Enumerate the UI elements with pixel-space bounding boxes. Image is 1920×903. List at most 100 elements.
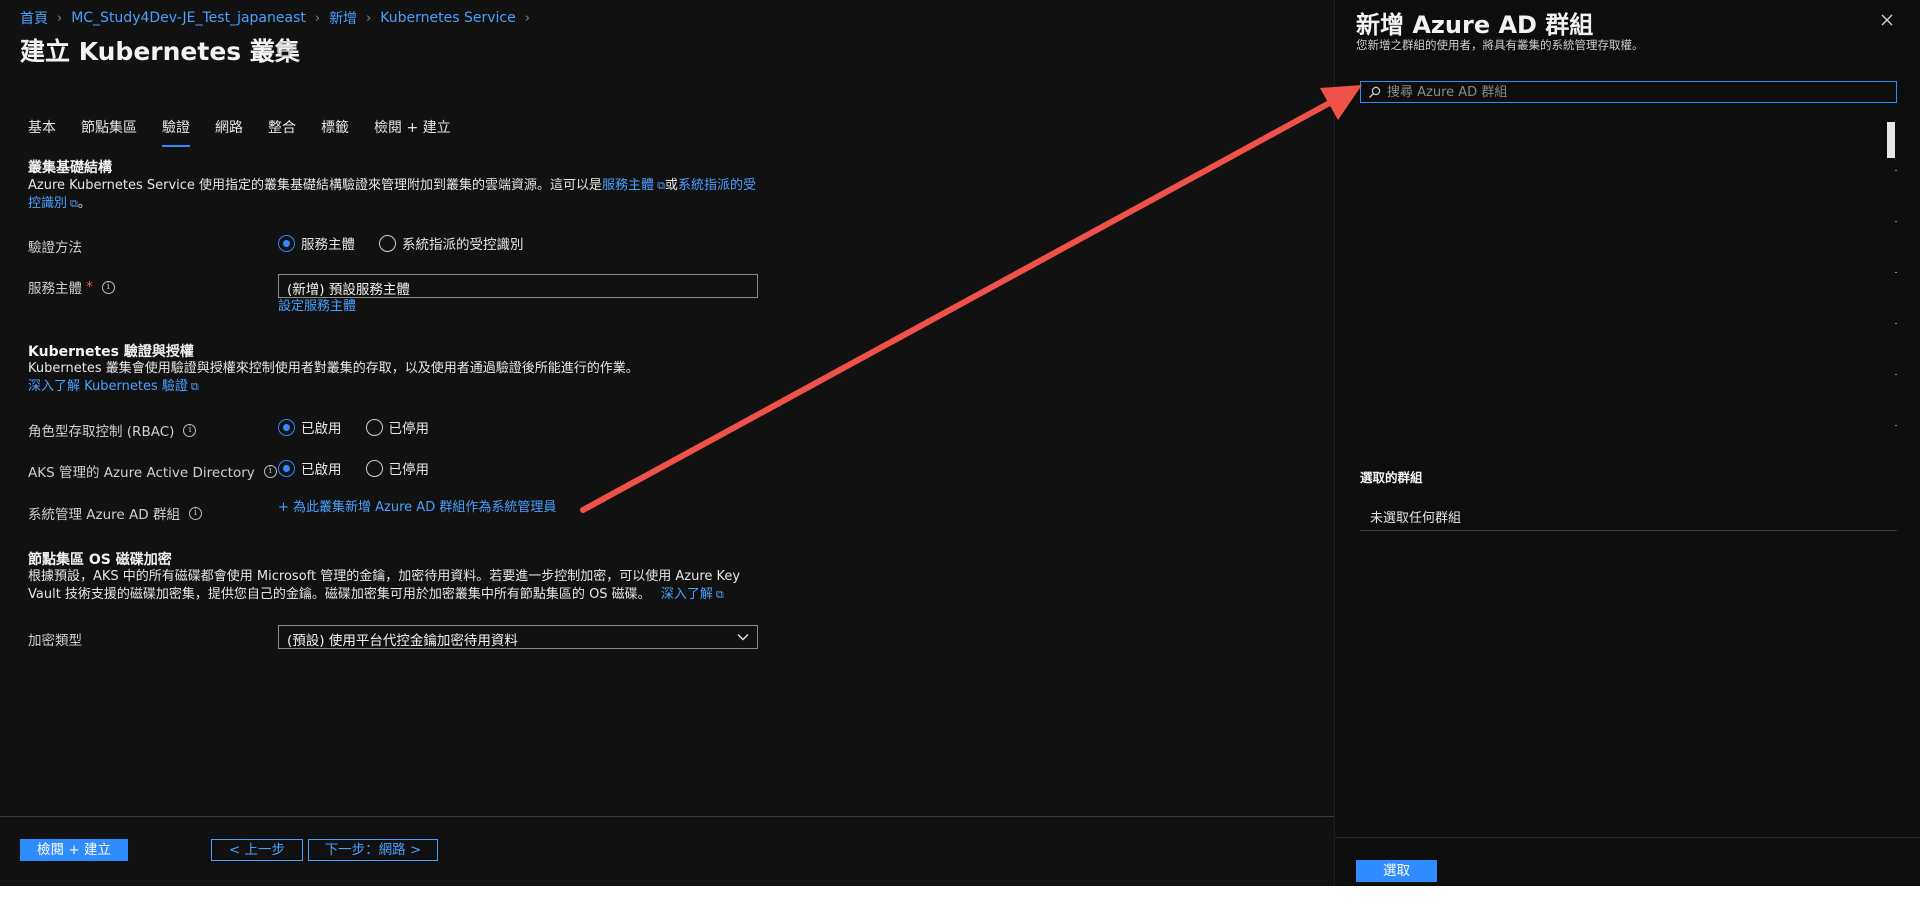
add-admin-group-link[interactable]: + 為此叢集新增 Azure AD 群組作為系統管理員 xyxy=(278,499,556,517)
previous-button[interactable]: < 上一步 xyxy=(211,839,303,861)
encryption-type-label: 加密類型 xyxy=(28,629,82,649)
k8s-auth-section-title: Kubernetes 驗證與授權 xyxy=(28,344,194,360)
radio-checked-icon xyxy=(278,459,295,477)
close-icon[interactable] xyxy=(1879,12,1895,28)
group-search-box[interactable] xyxy=(1360,81,1897,103)
encryption-type-value: (預設) 使用平台代控金鑰加密待用資料 xyxy=(287,633,518,649)
encryption-type-select[interactable]: (預設) 使用平台代控金鑰加密待用資料 xyxy=(278,625,758,649)
infra-section-desc: Azure Kubernetes Service 使用指定的叢集基礎結構驗證來管… xyxy=(28,177,768,213)
aad-radio-group: 已啟用 已停用 xyxy=(278,458,443,478)
panel-title: 新增 Azure AD 群組 xyxy=(1356,11,1594,39)
aad-disabled-radio[interactable]: 已停用 xyxy=(365,458,430,478)
search-icon xyxy=(1369,86,1381,98)
chevron-right-icon: › xyxy=(314,10,321,26)
radio-label: 已停用 xyxy=(388,462,430,478)
required-asterisk: * xyxy=(86,279,93,295)
tab-tags[interactable]: 標籤 xyxy=(321,117,349,147)
info-icon[interactable]: i xyxy=(183,423,197,437)
admin-group-label-text: 系統管理 Azure AD 群組 xyxy=(28,507,180,523)
encryption-type-label-text: 加密類型 xyxy=(28,633,82,649)
page-title: 建立 Kubernetes 叢集 xyxy=(20,37,300,66)
external-link-icon: ⧉ xyxy=(657,179,665,192)
scroll-tick xyxy=(1895,323,1897,324)
scroll-tick xyxy=(1895,425,1897,426)
k8s-auth-learn-more-link[interactable]: 深入了解 Kubernetes 驗證 xyxy=(28,379,188,394)
infra-desc-end: 。 xyxy=(77,196,91,211)
external-link-icon: ⧉ xyxy=(715,588,724,601)
aad-enabled-radio[interactable]: 已啟用 xyxy=(278,458,342,478)
tab-basics[interactable]: 基本 xyxy=(28,117,56,147)
infra-section-title: 叢集基礎結構 xyxy=(28,160,112,176)
chevron-right-icon: › xyxy=(57,10,63,26)
add-aad-group-panel: 新增 Azure AD 群組 您新增之群組的使用者，將具有叢集的系統管理存取權。… xyxy=(1334,0,1920,886)
k8s-auth-learn-more: 深入了解 Kubernetes 驗證 ⧉ xyxy=(28,378,199,396)
service-principal-doc-link[interactable]: 服務主體 xyxy=(602,178,654,193)
radio-label: 已停用 xyxy=(388,421,430,437)
auth-method-label-text: 驗證方法 xyxy=(28,240,82,256)
encryption-learn-more-link[interactable]: 深入了解 xyxy=(661,587,713,602)
breadcrumb-resource-group[interactable]: MC_Study4Dev-JE_Test_japaneast xyxy=(71,10,306,26)
selected-divider xyxy=(1360,530,1897,531)
radio-label: 已啟用 xyxy=(301,462,342,478)
scrollbar-thumb[interactable] xyxy=(1887,122,1895,158)
configure-service-principal-link[interactable]: 設定服務主體 xyxy=(278,298,356,316)
managed-identity-doc-link[interactable]: 系統指派的受 xyxy=(678,178,756,193)
scroll-tick xyxy=(1895,374,1897,375)
aad-label-text: AKS 管理的 Azure Active Directory xyxy=(28,465,255,481)
auth-method-managed-identity-radio[interactable]: 系統指派的受控識別 xyxy=(379,233,524,253)
external-link-icon: ⧉ xyxy=(70,197,78,210)
managed-identity-doc-link-cont[interactable]: 控識別 xyxy=(28,196,67,211)
radio-unchecked-icon xyxy=(365,459,383,477)
radio-label: 系統指派的受控識別 xyxy=(402,237,524,253)
breadcrumb-home[interactable]: 首頁 xyxy=(20,8,48,28)
radio-unchecked-icon xyxy=(379,234,396,252)
create-cluster-blade: 首頁 › MC_Study4Dev-JE_Test_japaneast › 新增… xyxy=(0,0,1334,886)
rbac-disabled-radio[interactable]: 已停用 xyxy=(365,417,430,437)
infra-desc-text: Azure Kubernetes Service 使用指定的叢集基礎結構驗證來管… xyxy=(28,178,603,193)
info-icon[interactable]: i xyxy=(101,280,115,294)
service-principal-label: 服務主體 * i xyxy=(28,277,115,297)
tab-authentication[interactable]: 驗證 xyxy=(162,117,190,147)
info-icon[interactable]: i xyxy=(188,506,202,520)
app-window: 首頁 › MC_Study4Dev-JE_Test_japaneast › 新增… xyxy=(0,0,1920,886)
encryption-desc-line1: 根據預設，AKS 中的所有磁碟都會使用 Microsoft 管理的金鑰，加密待用… xyxy=(28,569,741,584)
results-scrollbar[interactable] xyxy=(1885,120,1897,450)
rbac-label-text: 角色型存取控制 (RBAC) xyxy=(28,424,175,440)
chevron-right-icon: › xyxy=(524,10,530,26)
scroll-tick xyxy=(1895,272,1897,273)
auth-method-service-principal-radio[interactable]: 服務主體 xyxy=(278,233,355,253)
chevron-right-icon: › xyxy=(366,10,372,26)
breadcrumb: 首頁 › MC_Study4Dev-JE_Test_japaneast › 新增… xyxy=(20,8,533,28)
chevron-down-icon xyxy=(737,634,749,641)
tab-integrations[interactable]: 整合 xyxy=(268,117,296,147)
footer-divider xyxy=(0,816,1334,817)
breadcrumb-new[interactable]: 新增 xyxy=(329,8,357,28)
tab-node-pools[interactable]: 節點集區 xyxy=(81,117,137,147)
tab-review-create[interactable]: 檢閱 + 建立 xyxy=(374,117,451,147)
auth-method-label: 驗證方法 xyxy=(28,236,82,256)
admin-group-label: 系統管理 Azure AD 群組 i xyxy=(28,503,202,523)
rbac-label: 角色型存取控制 (RBAC) i xyxy=(28,420,197,440)
select-button[interactable]: 選取 xyxy=(1356,860,1437,882)
review-create-button[interactable]: 檢閱 + 建立 xyxy=(20,839,128,861)
panel-footer-divider xyxy=(1335,837,1920,838)
wizard-tabs: 基本 節點集區 驗證 網路 整合 標籤 檢閱 + 建立 xyxy=(28,117,476,147)
rbac-enabled-radio[interactable]: 已啟用 xyxy=(278,417,342,437)
group-search-input[interactable] xyxy=(1387,84,1887,100)
info-icon[interactable]: i xyxy=(263,464,277,478)
no-groups-selected-text: 未選取任何群組 xyxy=(1370,511,1462,526)
auth-method-radio-group: 服務主體 系統指派的受控識別 xyxy=(278,233,538,253)
print-icon[interactable] xyxy=(275,39,295,59)
rbac-radio-group: 已啟用 已停用 xyxy=(278,417,443,437)
selected-groups-title: 選取的群組 xyxy=(1360,470,1423,485)
scroll-tick xyxy=(1895,170,1897,171)
radio-unchecked-icon xyxy=(365,418,383,436)
encryption-section-title: 節點集區 OS 磁碟加密 xyxy=(28,552,172,568)
breadcrumb-kubernetes-service[interactable]: Kubernetes Service xyxy=(380,10,515,26)
panel-subtitle: 您新增之群組的使用者，將具有叢集的系統管理存取權。 xyxy=(1356,38,1644,52)
service-principal-field[interactable]: (新增) 預設服務主體 xyxy=(278,274,758,298)
next-button[interactable]: 下一步：網路 > xyxy=(308,839,438,861)
infra-desc-or: 或 xyxy=(664,178,678,193)
tab-networking[interactable]: 網路 xyxy=(215,117,243,147)
service-principal-label-text: 服務主體 xyxy=(28,281,82,297)
